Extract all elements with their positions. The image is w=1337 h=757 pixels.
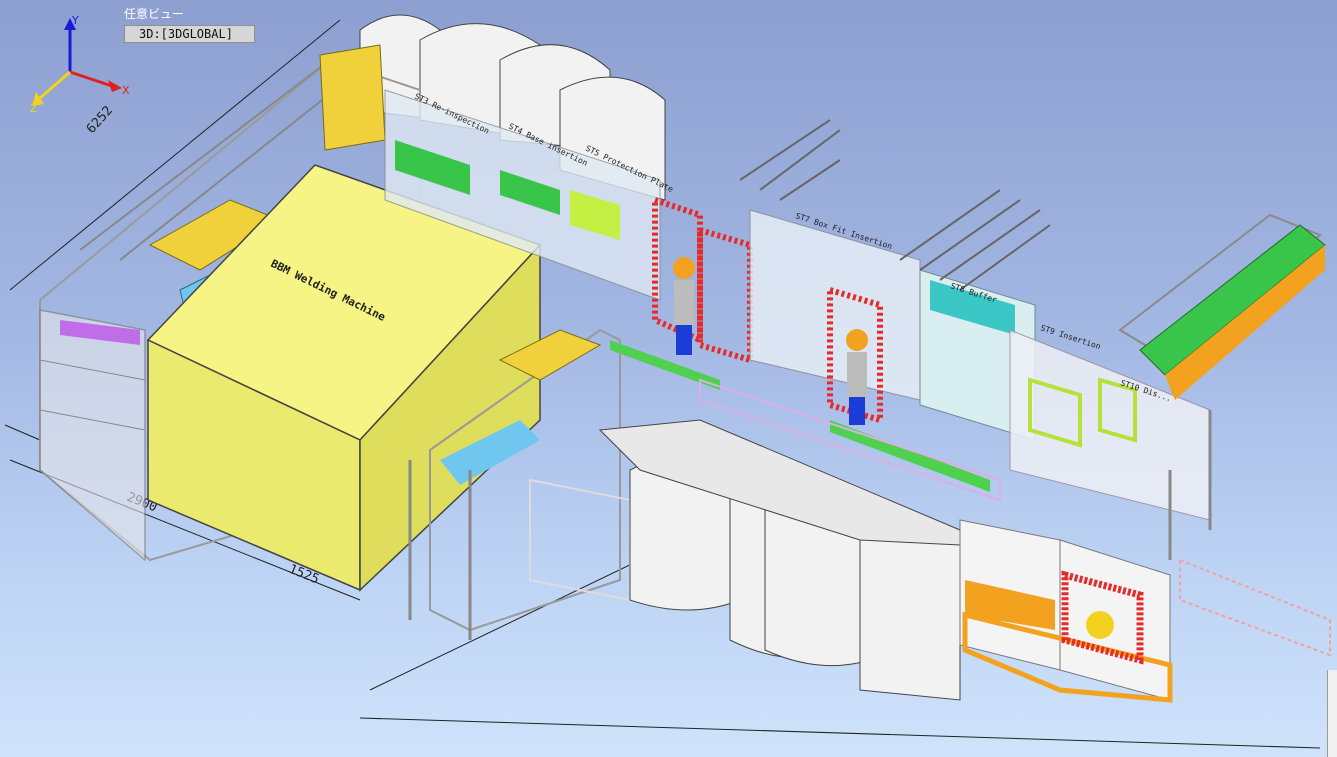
tank-group-front [598,419,961,701]
green-conveyor [1118,213,1326,400]
operator-figure [846,329,868,425]
axis-z-label: Z [30,102,38,115]
view-name-field[interactable]: 3D:[3DGLOBAL] [124,25,255,43]
cad-3d-viewport[interactable]: Y X Z 6252 2900 1525 [0,0,1337,757]
operator-figure [673,257,695,355]
axis-x-label: X [122,84,130,97]
view-mode-label: 任意ビュー [124,7,185,21]
side-panel-edge[interactable] [1327,670,1337,757]
dimension-label: 6252 [84,103,116,136]
axis-triad-icon: Y X Z [30,14,130,115]
cad-scene[interactable]: Y X Z 6252 2900 1525 [0,0,1337,757]
bottom-right-station [959,519,1331,703]
axis-y-label: Y [71,14,79,27]
